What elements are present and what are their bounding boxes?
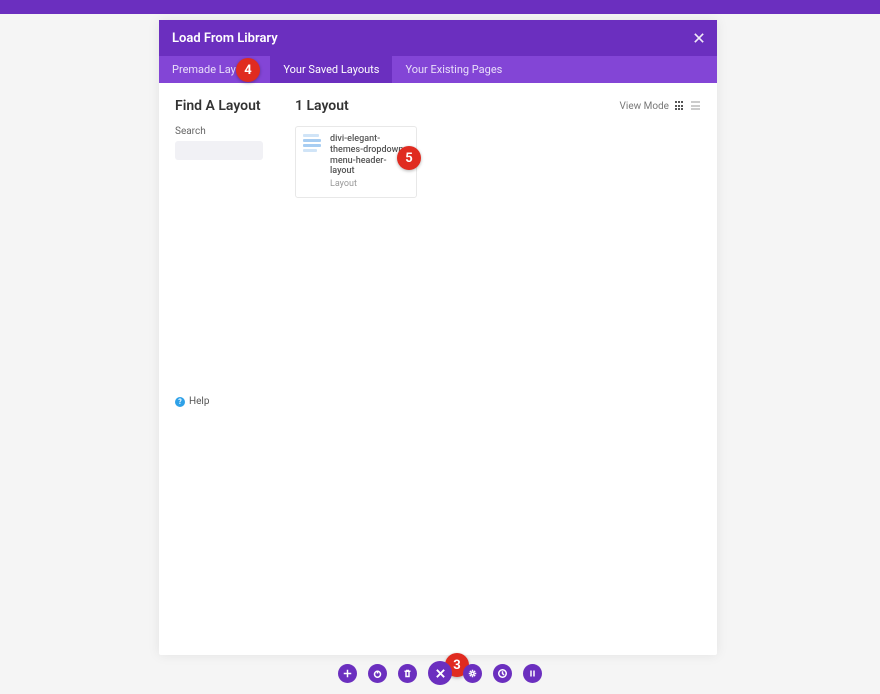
grid-view-icon[interactable] [675, 101, 685, 111]
trash-button[interactable] [398, 664, 417, 683]
builder-toolbar [338, 661, 542, 685]
layout-type: Layout [330, 179, 409, 190]
power-button[interactable] [368, 664, 387, 683]
modal-header: Load From Library [159, 20, 717, 56]
layout-count-heading: 1 Layout [295, 98, 349, 114]
annotation-badge-5: 5 [397, 146, 421, 170]
app-top-bar [0, 0, 880, 14]
modal-title: Load From Library [172, 31, 278, 46]
add-button[interactable] [338, 664, 357, 683]
close-icon[interactable] [694, 30, 704, 46]
search-label: Search [175, 126, 279, 137]
load-library-modal: Load From Library Premade Layouts Your S… [159, 20, 717, 655]
list-view-icon[interactable] [691, 101, 701, 111]
view-mode-label: View Mode [620, 101, 669, 112]
modal-body: Find A Layout Search ? Help 1 Layout Vie… [159, 83, 717, 655]
sidebar-heading: Find A Layout [175, 98, 279, 114]
pause-button[interactable] [523, 664, 542, 683]
tab-saved-layouts[interactable]: Your Saved Layouts [270, 56, 392, 83]
history-button[interactable] [493, 664, 512, 683]
annotation-badge-4: 4 [236, 58, 260, 82]
layout-list-panel: 1 Layout View Mode divi-elegant-themes-d [279, 98, 701, 640]
view-mode-controls: View Mode [620, 101, 701, 112]
help-label: Help [189, 396, 209, 407]
content-header: 1 Layout View Mode [295, 98, 701, 114]
settings-button[interactable] [463, 664, 482, 683]
help-icon: ? [175, 397, 185, 407]
filter-sidebar: Find A Layout Search ? Help [175, 98, 279, 640]
search-input[interactable] [175, 141, 263, 160]
help-link[interactable]: ? Help [175, 396, 279, 407]
layout-thumbnail-icon [303, 134, 323, 154]
close-builder-button[interactable] [428, 661, 452, 685]
tab-existing-pages[interactable]: Your Existing Pages [392, 56, 515, 83]
